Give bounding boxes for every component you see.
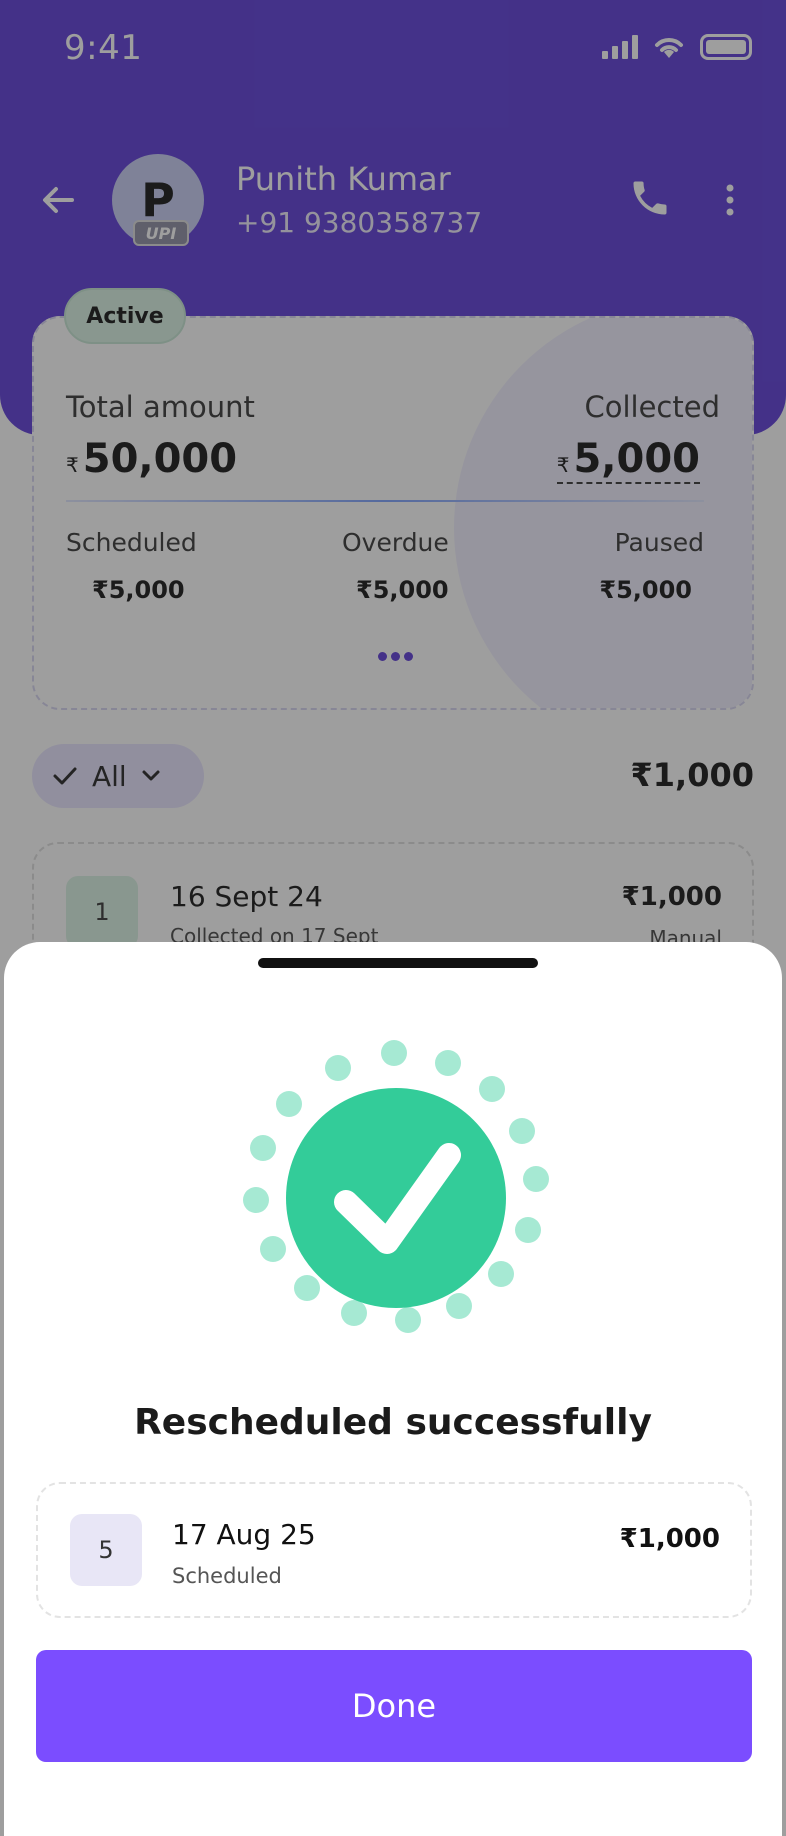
sheet-handle[interactable] <box>258 958 538 968</box>
installment-date: 17 Aug 25 <box>172 1518 316 1551</box>
rescheduled-installment-card: 5 17 Aug 25 Scheduled ₹1,000 <box>36 1482 752 1618</box>
done-button[interactable]: Done <box>36 1650 752 1762</box>
installment-amount: ₹1,000 <box>619 1524 720 1554</box>
installment-number: 5 <box>70 1514 142 1586</box>
installment-status: Scheduled <box>172 1564 282 1588</box>
screen: 9:41 P UPI Punith Kumar +91 9380358737 T… <box>0 0 786 1836</box>
success-check-icon <box>243 1040 549 1333</box>
sheet-title: Rescheduled successfully <box>134 1402 652 1443</box>
success-bottom-sheet: Rescheduled successfully 5 17 Aug 25 Sch… <box>4 942 782 1836</box>
